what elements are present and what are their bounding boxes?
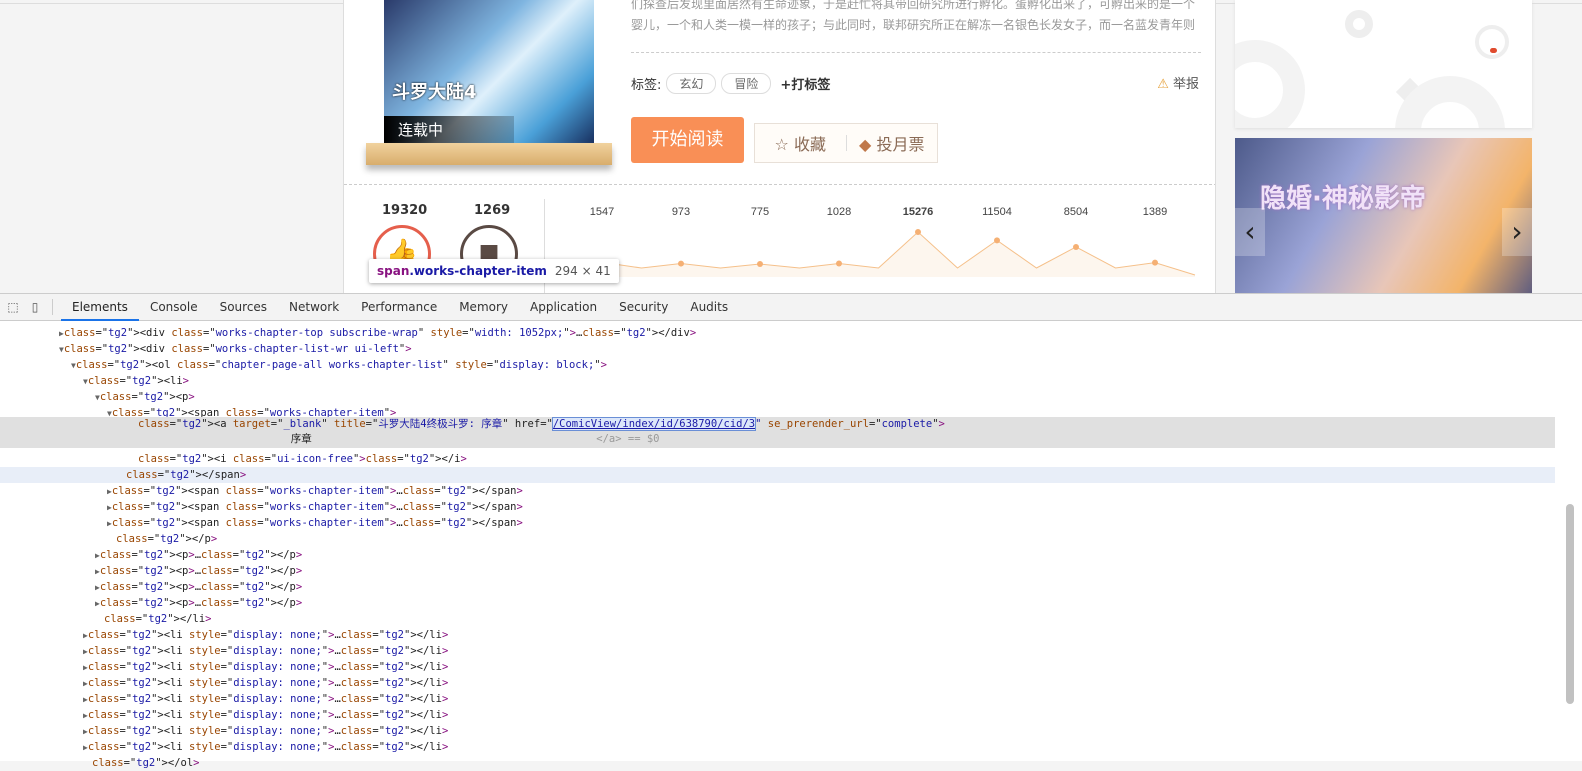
tab-memory[interactable]: Memory: [448, 294, 519, 321]
report-label: 举报: [1172, 77, 1199, 92]
tooltip-class: .works-chapter-item: [409, 264, 547, 278]
device-toolbar-icon[interactable]: ▯: [26, 300, 44, 314]
banner-title: 隐婚·神秘影帝: [1260, 184, 1426, 214]
dom-node[interactable]: ▼class="tg2"><div class="works-chapter-l…: [0, 341, 1555, 357]
dom-node[interactable]: ▶class="tg2"><div class="works-chapter-t…: [0, 325, 1555, 341]
dom-node[interactable]: ▶class="tg2"><span class="works-chapter-…: [0, 515, 1555, 531]
element-inspect-tooltip: span.works-chapter-item 294 × 41: [369, 259, 619, 283]
tag[interactable]: 冒险: [721, 73, 772, 94]
chart-value-label: 1028: [827, 206, 851, 218]
add-tag-button[interactable]: +打标签: [780, 74, 830, 93]
desc-line: 们探查后发现里面居然有生命迹象，于是赶忙将其带回研究所进行孵化。蛋孵化出来了，可…: [631, 0, 1196, 11]
likes-count: 19320: [382, 203, 428, 218]
chart-value-label: 973: [672, 206, 690, 218]
right-sidebar: 隐婚·神秘影帝 ‹ ›: [1235, 0, 1532, 298]
dom-node[interactable]: ▶class="tg2"><span class="works-chapter-…: [0, 499, 1555, 515]
tab-audits[interactable]: Audits: [679, 294, 739, 321]
chart-value-label: 15276: [903, 206, 934, 218]
star-icon: ☆: [774, 135, 789, 154]
dom-node[interactable]: class="tg2"></span>: [0, 467, 1555, 483]
dom-node[interactable]: ▼class="tg2"><li>: [0, 373, 1555, 389]
chart-value-label: 1547: [590, 206, 614, 218]
dom-node[interactable]: class="tg2"><i class="ui-icon-free">clas…: [0, 451, 1555, 467]
dom-node[interactable]: ▶class="tg2"><p>…class="tg2"></p>: [0, 547, 1555, 563]
chart-value-label: 775: [751, 206, 769, 218]
dom-node[interactable]: ▶class="tg2"><li style="display: none;">…: [0, 675, 1555, 691]
dom-node[interactable]: class="tg2"></p>: [0, 531, 1555, 547]
dom-node[interactable]: ▶class="tg2"><li style="display: none;">…: [0, 739, 1555, 755]
vote-label: 投月票: [876, 135, 925, 154]
favorite-button[interactable]: ☆ 收藏: [755, 131, 846, 155]
dom-node[interactable]: ▶class="tg2"><span class="works-chapter-…: [0, 483, 1555, 499]
tab-security[interactable]: Security: [608, 294, 679, 321]
chart-point: [678, 260, 684, 267]
comic-description: 们探查后发现里面居然有生命迹象，于是赶忙将其带回研究所进行孵化。蛋孵化出来了，可…: [631, 0, 1201, 36]
dom-node[interactable]: ▶class="tg2"><p>…class="tg2"></p>: [0, 579, 1555, 595]
tooltip-size: 294 × 41: [554, 264, 611, 278]
dom-node[interactable]: ▶class="tg2"><li style="display: none;">…: [0, 707, 1555, 723]
tab-console[interactable]: Console: [139, 294, 209, 321]
cover-logo: 斗罗大陆4: [392, 82, 477, 103]
warning-icon: ⚠: [1157, 77, 1169, 92]
desc-line: 婴儿，一个和人类一模一样的孩子；与此同时，联邦研究所正在解冻一名银色长发女子，而…: [631, 18, 1196, 32]
chevron-right-icon[interactable]: ›: [1502, 208, 1532, 256]
tab-network[interactable]: Network: [278, 294, 350, 321]
dom-node[interactable]: class="tg2"></li>: [0, 611, 1555, 627]
favorite-label: 收藏: [793, 135, 826, 154]
dom-node[interactable]: ▶class="tg2"><li style="display: none;">…: [0, 659, 1555, 675]
chart-point: [757, 261, 763, 267]
action-group: ☆ 收藏 ◆ 投月票: [754, 123, 938, 163]
start-reading-button[interactable]: 开始阅读: [631, 117, 744, 163]
tab-elements[interactable]: Elements: [61, 294, 139, 321]
tags-label: 标签:: [631, 78, 662, 93]
chart-area: [602, 232, 1195, 277]
dom-node[interactable]: ▶class="tg2"><li style="display: none;">…: [0, 643, 1555, 659]
status-badge: 连载中: [384, 116, 514, 143]
chart-value-label: 11504: [982, 206, 1012, 218]
report-button[interactable]: ⚠ 举报: [1157, 73, 1199, 92]
chart-value-label: 8504: [1064, 206, 1088, 218]
dom-node[interactable]: ▼class="tg2"><p>: [0, 389, 1555, 405]
tooltip-tag: span: [377, 264, 410, 278]
chart-point: [836, 260, 842, 267]
cover-shelf: [366, 143, 612, 165]
chevron-left-icon[interactable]: ‹: [1235, 208, 1265, 256]
devtools-panel: ⬚ ▯ Elements Console Sources Network Per…: [0, 293, 1582, 769]
dom-node[interactable]: ▶class="tg2"><li style="display: none;">…: [0, 691, 1555, 707]
tab-sources[interactable]: Sources: [209, 294, 278, 321]
dom-node[interactable]: class="tg2"><a target="_blank" title="斗罗…: [0, 417, 1555, 448]
tab-performance[interactable]: Performance: [350, 294, 448, 321]
promo-banner[interactable]: 隐婚·神秘影帝 ‹ ›: [1235, 138, 1532, 298]
ticket-icon: ◆: [859, 135, 872, 154]
views-chart: 1547 973 775 1028 15276 11504 8504 1389: [590, 206, 1196, 277]
tag[interactable]: 玄幻: [666, 73, 717, 94]
chart-point: [1152, 259, 1158, 266]
chart-point: [994, 237, 1000, 244]
tab-application[interactable]: Application: [519, 294, 608, 321]
divider: [631, 52, 1201, 53]
inspect-element-icon[interactable]: ⬚: [4, 300, 22, 314]
dom-node[interactable]: ▶class="tg2"><p>…class="tg2"></p>: [0, 595, 1555, 611]
chart-point: [1073, 243, 1079, 250]
dom-node[interactable]: class="tg2"></ol>: [0, 755, 1555, 771]
dom-node[interactable]: ▶class="tg2"><li style="display: none;">…: [0, 723, 1555, 739]
chart-value-label: 1389: [1143, 206, 1167, 218]
dom-node[interactable]: ▶class="tg2"><p>…class="tg2"></p>: [0, 563, 1555, 579]
dom-node[interactable]: ▼class="tg2"><ol class="chapter-page-all…: [0, 357, 1555, 373]
dom-node[interactable]: ▶class="tg2"><li style="display: none;">…: [0, 627, 1555, 643]
separator: [52, 299, 53, 315]
devtools-tabbar: ⬚ ▯ Elements Console Sources Network Per…: [0, 294, 1582, 321]
tags-row: 标签: 玄幻 冒险 +打标签: [631, 73, 830, 94]
vote-button[interactable]: ◆ 投月票: [847, 131, 938, 155]
comic-cover[interactable]: 斗罗大陆4 连载中: [384, 0, 594, 143]
scrollbar[interactable]: [1566, 324, 1576, 764]
comic-info-panel: 斗罗大陆4 连载中 们探查后发现里面居然有生命迹象，于是赶忙将其带回研究所进行孵…: [343, 0, 1216, 293]
dislikes-count: 1269: [474, 203, 511, 218]
chart-point: [915, 229, 921, 235]
ad-placeholder: [1235, 0, 1532, 128]
